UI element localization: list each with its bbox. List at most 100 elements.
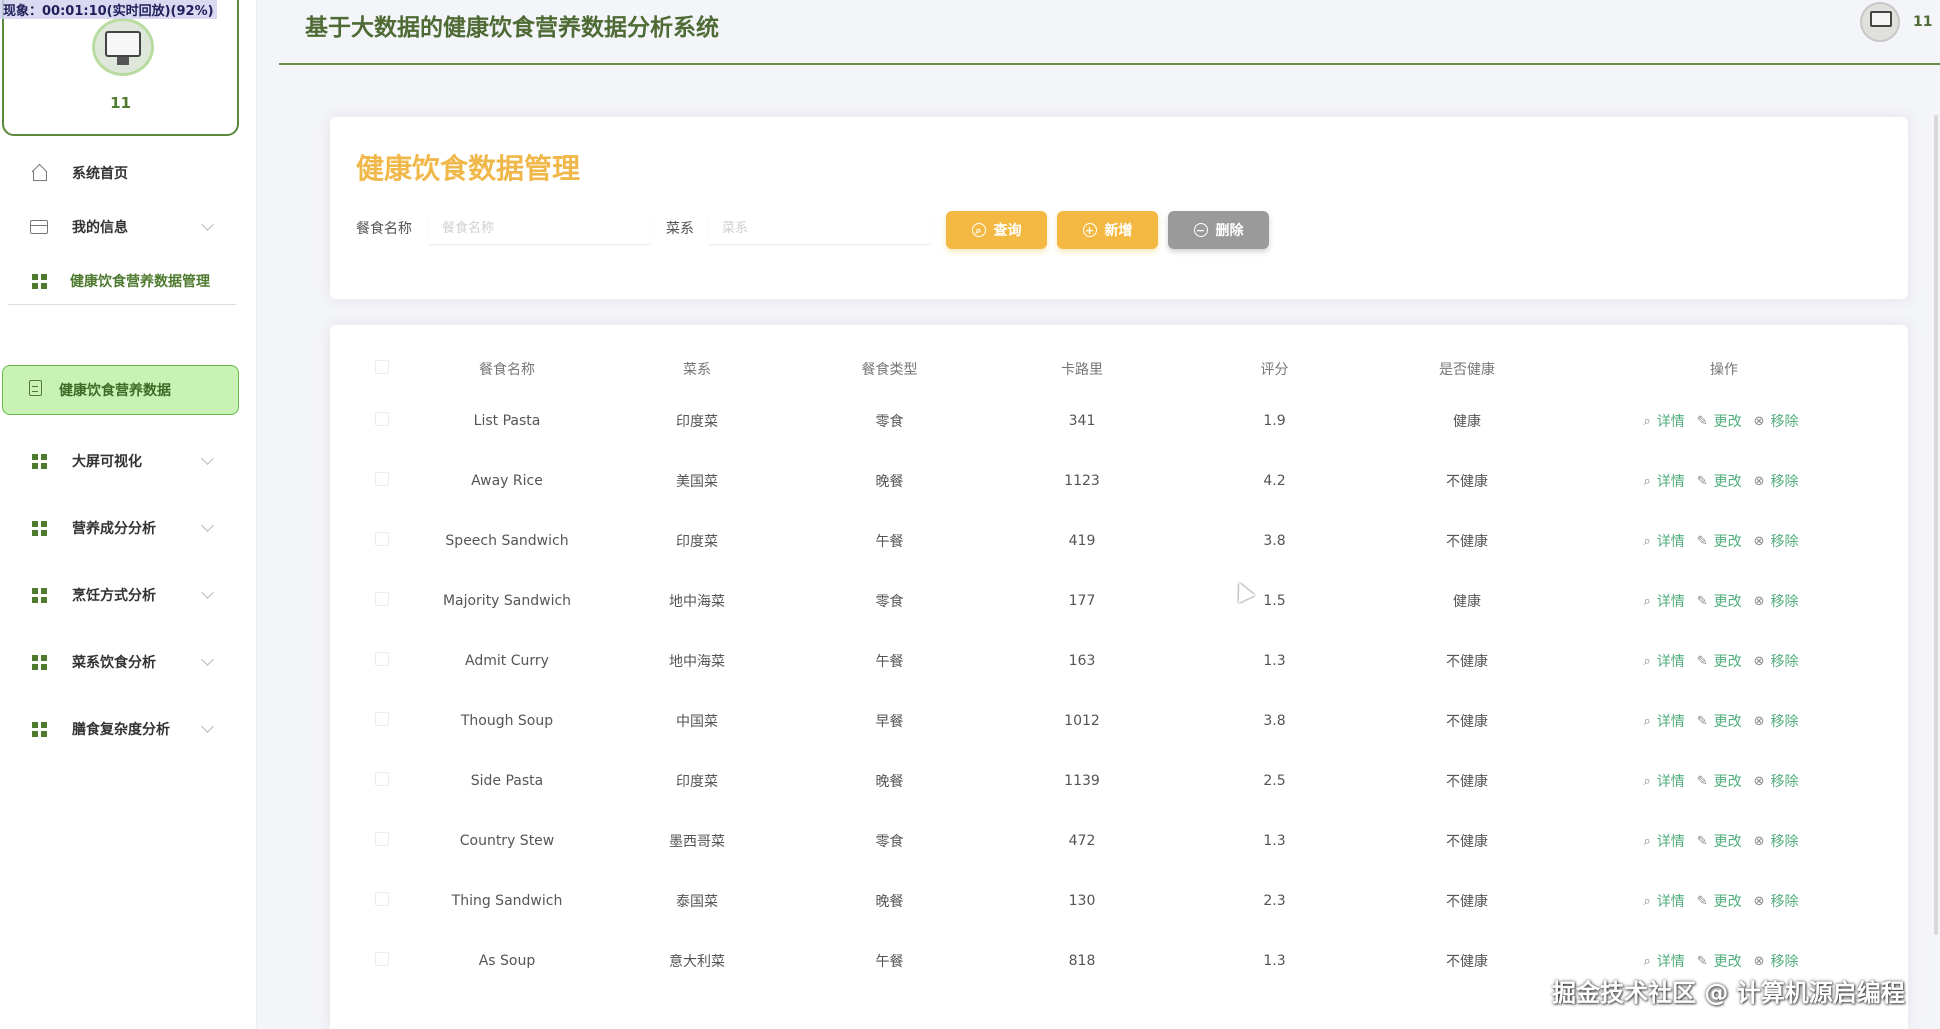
sidebar-item-cooking-analysis[interactable]: 烹饪方式分析 (0, 570, 240, 620)
table-row[interactable]: Admit Curry 地中海菜 午餐 163 1.3 不健康 ⌕ 详情 ✎ 更改 ⊗ 移除 (352, 631, 1886, 691)
remove-label: 移除 (1770, 594, 1799, 610)
remove-label: 移除 (1770, 894, 1799, 910)
avatar[interactable] (92, 18, 154, 76)
row-checkbox[interactable] (375, 892, 389, 906)
remove-link[interactable]: ⊗ 移除 (1754, 651, 1799, 671)
table-cell: List Pasta (473, 413, 541, 429)
edit-link[interactable]: ✎ 更改 (1697, 651, 1742, 671)
sidebar-item-label: 健康饮食营养数据管理 (70, 274, 210, 290)
pencil-icon: ✎ (1696, 473, 1708, 489)
edit-link[interactable]: ✎ 更改 (1697, 951, 1742, 971)
row-actions: ⌕ 详情 ✎ 更改 ⊗ 移除 (1562, 411, 1886, 431)
sidebar-item-diet-data[interactable]: 健康饮食营养数据 (2, 365, 239, 415)
edit-link[interactable]: ✎ 更改 (1697, 531, 1742, 551)
table-row[interactable]: Majority Sandwich 地中海菜 零食 177 1.5 健康 ⌕ 详情 ✎ 更改 ⊗ 移除 (352, 571, 1886, 631)
detail-link[interactable]: ⌕ 详情 (1643, 411, 1684, 431)
detail-link[interactable]: ⌕ 详情 (1643, 711, 1684, 731)
remove-link[interactable]: ⊗ 移除 (1754, 831, 1799, 851)
sidebar-item-diet-management[interactable]: 健康饮食营养数据管理 (0, 256, 240, 306)
row-checkbox[interactable] (375, 532, 389, 546)
edit-link[interactable]: ✎ 更改 (1697, 411, 1742, 431)
remove-link[interactable]: ⊗ 移除 (1754, 531, 1799, 551)
detail-link[interactable]: ⌕ 详情 (1643, 891, 1684, 911)
remove-link[interactable]: ⊗ 移除 (1754, 891, 1799, 911)
detail-link[interactable]: ⌕ 详情 (1643, 531, 1684, 551)
row-checkbox[interactable] (375, 412, 389, 426)
page-scrollbar[interactable] (1934, 115, 1938, 935)
detail-link[interactable]: ⌕ 详情 (1643, 591, 1684, 611)
edit-link[interactable]: ✎ 更改 (1697, 471, 1742, 491)
remove-label: 移除 (1770, 834, 1799, 850)
sidebar-item-bigscreen[interactable]: 大屏可视化 (0, 436, 240, 486)
edit-link[interactable]: ✎ 更改 (1697, 771, 1742, 791)
remove-link[interactable]: ⊗ 移除 (1754, 411, 1799, 431)
table-row[interactable]: Thing Sandwich 泰国菜 晚餐 130 2.3 不健康 ⌕ 详情 ✎ 更改 ⊗ 移除 (352, 871, 1886, 931)
column-header[interactable]: 餐食类型 (792, 347, 987, 391)
table-row[interactable]: Though Soup 中国菜 早餐 1012 3.8 不健康 ⌕ 详情 ✎ 更改 ⊗ 移除 (352, 691, 1886, 751)
chevron-down-icon (201, 653, 214, 666)
sidebar-item-nutrition-analysis[interactable]: 营养成分分析 (0, 503, 240, 553)
table-row[interactable]: List Pasta 印度菜 零食 341 1.9 健康 ⌕ 详情 ✎ 更改 ⊗ 移除 (352, 391, 1886, 451)
column-header[interactable]: 卡路里 (987, 347, 1177, 391)
edit-link[interactable]: ✎ 更改 (1697, 831, 1742, 851)
table-cell: 印度菜 (676, 534, 718, 550)
detail-link[interactable]: ⌕ 详情 (1643, 951, 1684, 971)
remove-circle-icon: ⊗ (1753, 893, 1765, 909)
row-checkbox[interactable] (375, 832, 389, 846)
sidebar-item-home[interactable]: 系统首页 (0, 148, 240, 198)
search-icon: ⌕ (1643, 713, 1651, 729)
row-checkbox[interactable] (375, 952, 389, 966)
detail-link[interactable]: ⌕ 详情 (1643, 831, 1684, 851)
edit-label: 更改 (1713, 414, 1742, 430)
row-checkbox[interactable] (375, 472, 389, 486)
row-checkbox[interactable] (375, 592, 389, 606)
remove-link[interactable]: ⊗ 移除 (1754, 711, 1799, 731)
query-button[interactable]: ⌕ 查询 (946, 211, 1047, 249)
header-avatar[interactable] (1860, 2, 1900, 42)
sidebar-item-my-info[interactable]: 我的信息 (0, 202, 240, 252)
detail-link[interactable]: ⌕ 详情 (1643, 651, 1684, 671)
row-checkbox[interactable] (375, 772, 389, 786)
cuisine-input[interactable] (708, 213, 930, 245)
sidebar-item-label: 健康饮食营养数据 (59, 383, 171, 399)
column-header[interactable]: 菜系 (602, 347, 792, 391)
detail-link[interactable]: ⌕ 详情 (1643, 471, 1684, 491)
table-cell: 不健康 (1446, 954, 1488, 970)
sidebar-item-complexity-analysis[interactable]: 膳食复杂度分析 (0, 704, 240, 754)
column-header[interactable]: 评分 (1177, 347, 1372, 391)
delete-button[interactable]: − 删除 (1168, 211, 1269, 249)
search-icon: ⌕ (1643, 533, 1651, 549)
edit-link[interactable]: ✎ 更改 (1697, 711, 1742, 731)
sidebar-item-cuisine-analysis[interactable]: 菜系饮食分析 (0, 637, 240, 687)
add-button[interactable]: + 新增 (1057, 211, 1158, 249)
table-row[interactable]: Speech Sandwich 印度菜 午餐 419 3.8 不健康 ⌕ 详情 ✎ 更改 ⊗ 移除 (352, 511, 1886, 571)
table-cell: 4.2 (1263, 473, 1286, 489)
remove-link[interactable]: ⊗ 移除 (1754, 471, 1799, 491)
grid-icon (30, 452, 48, 470)
table-cell: 不健康 (1446, 834, 1488, 850)
table-cell: 零食 (875, 834, 904, 850)
sidebar-user-name: 11 (110, 94, 131, 112)
row-checkbox[interactable] (375, 652, 389, 666)
remove-link[interactable]: ⊗ 移除 (1754, 591, 1799, 611)
edit-link[interactable]: ✎ 更改 (1697, 591, 1742, 611)
edit-label: 更改 (1713, 774, 1742, 790)
remove-link[interactable]: ⊗ 移除 (1754, 771, 1799, 791)
table-row[interactable]: Country Stew 墨西哥菜 零食 472 1.3 不健康 ⌕ 详情 ✎ 更改 ⊗ 移除 (352, 811, 1886, 871)
meal-name-input[interactable] (428, 213, 650, 245)
detail-label: 详情 (1656, 834, 1685, 850)
column-header[interactable]: 餐食名称 (412, 347, 602, 391)
header-user-name[interactable]: 11 (1913, 14, 1932, 30)
grid-icon (30, 720, 48, 738)
table-row[interactable]: Away Rice 美国菜 晚餐 1123 4.2 不健康 ⌕ 详情 ✎ 更改 ⊗ 移除 (352, 451, 1886, 511)
row-checkbox[interactable] (375, 712, 389, 726)
detail-link[interactable]: ⌕ 详情 (1643, 771, 1684, 791)
pencil-icon: ✎ (1696, 593, 1708, 609)
table-row[interactable]: Side Pasta 印度菜 晚餐 1139 2.5 不健康 ⌕ 详情 ✎ 更改 ⊗ 移除 (352, 751, 1886, 811)
select-all-checkbox[interactable] (375, 360, 389, 374)
column-header[interactable]: 是否健康 (1372, 347, 1562, 391)
edit-link[interactable]: ✎ 更改 (1697, 891, 1742, 911)
add-button-label: 新增 (1104, 223, 1133, 239)
search-icon: ⌕ (1643, 653, 1651, 669)
remove-link[interactable]: ⊗ 移除 (1754, 951, 1799, 971)
